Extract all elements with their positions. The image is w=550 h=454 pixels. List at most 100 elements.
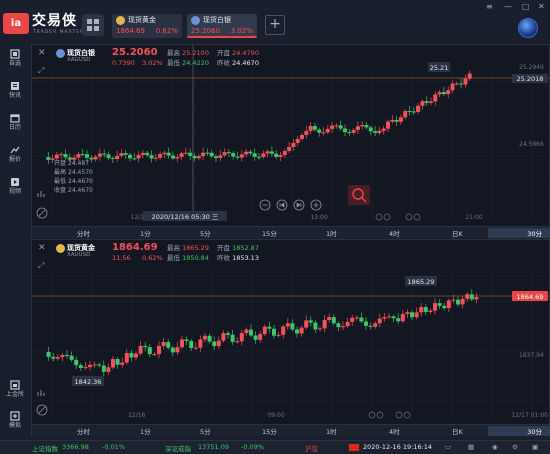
silver-timeframe-bar: 分时 1分 5分 15分 1时 4时 日K 30分 (32, 226, 550, 238)
candle (149, 155, 154, 159)
tf-fenshi[interactable]: 分时 (77, 426, 90, 436)
candle (218, 155, 223, 158)
silver-candlestick-chart[interactable]: 25.21 25.2018 25.2949 24.5966 开盘 24.487 最… (32, 45, 549, 227)
time-label-day: 12/16 (128, 412, 145, 419)
candle (193, 347, 198, 349)
candle (278, 155, 283, 157)
tf-5min[interactable]: 5分 (200, 426, 211, 436)
status-bar: 上证指数 3366.98 -0.01% 深证成指 13751.09 -0.09%… (0, 440, 550, 454)
candle (51, 356, 56, 359)
gold-timeframe-bar: 分时 1分 5分 15分 1时 4时 日K 30分 (32, 424, 550, 436)
tab-silver[interactable]: 现货白银 25.2060 3.02% (187, 14, 257, 38)
maximize-button[interactable]: □ (522, 2, 530, 12)
screen-icon[interactable]: ▣ (532, 443, 538, 451)
tf-4h[interactable]: 4时 (389, 426, 400, 436)
candle (460, 298, 465, 305)
sh-index-label[interactable]: 上证指数 (32, 443, 58, 453)
gold-candlestick-chart[interactable]: 1865.29 1864.69 1842.36 1837.94 12/16 09… (32, 240, 549, 424)
search-chart-button[interactable] (348, 185, 370, 205)
candle (441, 92, 446, 95)
tf-30min-selected[interactable]: 30分 (488, 426, 550, 436)
candle (97, 364, 102, 366)
candle (120, 362, 125, 365)
candle (341, 326, 345, 328)
candle (331, 317, 336, 324)
candle (405, 312, 410, 315)
tf-4h[interactable]: 4时 (389, 228, 400, 238)
tf-15min[interactable]: 15分 (262, 228, 277, 238)
candle (373, 131, 378, 133)
clock: 2020-12-16 19:16:14 (363, 443, 433, 451)
tf-1h[interactable]: 1时 (326, 228, 337, 238)
sz-index-label[interactable]: 深证成指 (165, 443, 191, 453)
tf-daily[interactable]: 日K (452, 228, 463, 238)
candle (355, 126, 360, 131)
candle (308, 320, 313, 323)
sidebar-item-quotes[interactable]: 报价 (0, 144, 30, 172)
candle (101, 365, 106, 372)
sidebar-item-watchlist[interactable]: 自选 (0, 48, 30, 76)
candle (158, 154, 163, 158)
candle (437, 303, 442, 306)
candle (85, 154, 89, 158)
candle (354, 317, 359, 319)
settings-icon[interactable]: ⚙ (512, 443, 518, 451)
tf-1min[interactable]: 1分 (140, 228, 151, 238)
candle (407, 111, 412, 113)
candle (248, 151, 253, 154)
svg-text:最低24.4670: 最低 24.4670 (54, 177, 93, 185)
y-axis-top-label: 25.2949 (519, 64, 544, 71)
time-label-day: 12/1 (131, 214, 145, 221)
svg-text:收盘24.4670: 收盘 24.4670 (54, 186, 93, 194)
close-window-button[interactable]: ✕ (538, 2, 545, 12)
candle (419, 307, 424, 313)
folder-icon[interactable]: ▭ (445, 443, 451, 451)
silver-chart-panel: ✕ 现货白银 XAGUSD 25.2060 0.7390 3.02% 最高 25… (31, 44, 550, 238)
minimize-button[interactable]: — (504, 2, 512, 12)
y-axis-mid-label: 1837.94 (519, 352, 544, 359)
left-tools[interactable] (36, 388, 48, 416)
tf-30min-selected[interactable]: 30分 (488, 228, 550, 238)
sidebar-item-news[interactable]: 快讯 (0, 80, 30, 108)
left-tools[interactable] (36, 189, 48, 219)
candle (295, 329, 299, 334)
tf-5min[interactable]: 5分 (200, 228, 211, 238)
tf-fenshi[interactable]: 分时 (77, 228, 90, 238)
crosshair-time-label: 2020/12/16 05:30 三 (152, 213, 219, 221)
candle (230, 334, 235, 342)
scroll-dots[interactable] (368, 411, 411, 419)
tf-15min[interactable]: 15分 (262, 426, 277, 436)
camera-icon[interactable]: ◉ (492, 443, 498, 451)
sidebar-item-video[interactable]: 视频 (0, 176, 30, 204)
candle (347, 132, 352, 134)
sidebar-item-calendar[interactable]: 日历 (0, 112, 30, 140)
candle (267, 326, 272, 329)
tf-1h[interactable]: 1时 (326, 426, 337, 436)
candle (382, 317, 387, 319)
scroll-dots[interactable] (375, 213, 421, 221)
candle (364, 321, 368, 326)
tab-gold[interactable]: 现货黄金 1864.69 0.62% (112, 14, 182, 38)
sidebar-item-sge[interactable]: 上金所 (0, 379, 30, 407)
add-tab-button[interactable]: + (265, 15, 285, 35)
market-label[interactable]: 沪弦 (305, 443, 318, 453)
candle (60, 354, 65, 358)
candle (69, 355, 74, 360)
layout-grid-button[interactable] (82, 14, 104, 36)
candle (54, 154, 59, 159)
peak-price-label: 1865.29 (408, 278, 435, 286)
sidebar-item-simulate[interactable]: 模拟 (0, 410, 30, 438)
tf-1min[interactable]: 1分 (140, 426, 151, 436)
candle (465, 294, 470, 299)
candle (216, 340, 221, 347)
svg-text:最高24.4570: 最高 24.4570 (54, 168, 93, 176)
menu-button[interactable]: ≡ (486, 2, 493, 12)
user-avatar[interactable] (518, 18, 538, 38)
grid-small-icon[interactable]: ▦ (468, 443, 474, 451)
candle (166, 152, 171, 156)
candle (65, 354, 69, 356)
candle (244, 329, 249, 333)
candle (360, 125, 365, 127)
playback-controls[interactable] (259, 199, 322, 211)
tf-daily[interactable]: 日K (452, 426, 463, 436)
